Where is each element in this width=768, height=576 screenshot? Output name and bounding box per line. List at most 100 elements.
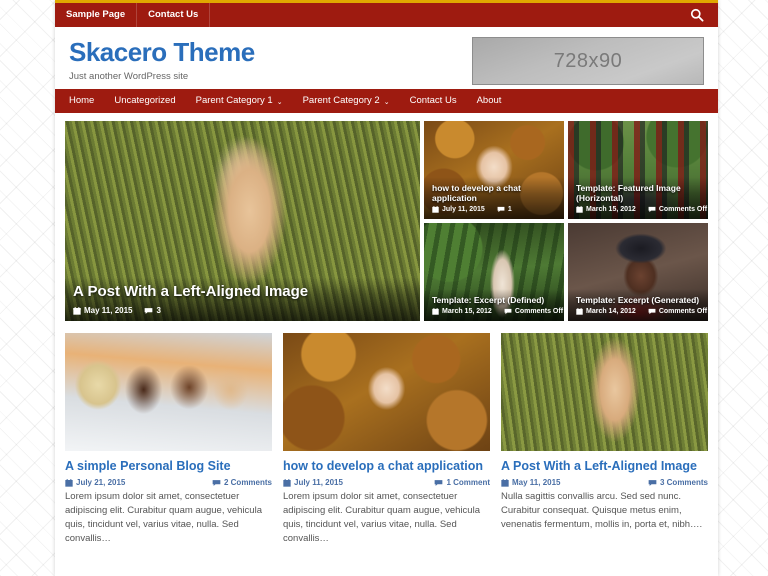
chevron-down-icon: ⌄ xyxy=(277,99,283,106)
featured-thumb-title[interactable]: how to develop a chat application xyxy=(432,183,556,203)
nav-item-label: Contact Us xyxy=(410,89,457,113)
nav-item-label: Home xyxy=(69,89,94,113)
post-date-text: March 15, 2012 xyxy=(442,308,492,315)
comment-icon xyxy=(144,307,153,315)
featured-thumb-overlay: Template: Excerpt (Generated) March 14, … xyxy=(568,289,708,321)
post-date: March 15, 2012 xyxy=(576,206,636,213)
comment-icon xyxy=(648,308,656,315)
nav-item-parent-category-1[interactable]: Parent Category 1 ⌄ xyxy=(186,89,293,113)
post-comment-count: Comments Off xyxy=(515,308,563,315)
post-comments: 1 xyxy=(497,206,512,213)
site-container: Sample Page Contact Us Skacero Theme Jus… xyxy=(55,0,718,576)
post-meta: July 11, 2015 1 Comment xyxy=(283,478,490,487)
featured-thumb-title[interactable]: Template: Excerpt (Generated) xyxy=(576,295,700,305)
calendar-icon xyxy=(73,307,81,315)
calendar-icon xyxy=(576,308,583,315)
nav-item-label: Parent Category 1 xyxy=(196,89,273,113)
post-date: May 11, 2015 xyxy=(501,478,560,487)
comment-icon xyxy=(434,479,443,487)
featured-thumb-overlay: Template: Featured Image (Horizontal) Ma… xyxy=(568,177,708,219)
site-title[interactable]: Skacero Theme xyxy=(69,39,255,66)
post-date-text: May 11, 2015 xyxy=(84,306,132,315)
post-date-text: March 14, 2012 xyxy=(586,308,636,315)
post-title[interactable]: A simple Personal Blog Site xyxy=(65,459,272,473)
post-comment-count: Comments Off xyxy=(659,206,707,213)
post-thumbnail-image xyxy=(501,333,708,451)
post-card: A simple Personal Blog Site July 21, 201… xyxy=(65,333,272,545)
ad-banner-placeholder[interactable]: 728x90 xyxy=(472,37,704,85)
featured-thumbnail-grid: how to develop a chat application July 1… xyxy=(424,121,708,321)
topbar-item-sample-page[interactable]: Sample Page xyxy=(55,3,137,27)
featured-main-title[interactable]: A Post With a Left-Aligned Image xyxy=(73,283,412,300)
post-thumbnail[interactable] xyxy=(65,333,272,451)
post-meta: May 11, 2015 3 Comments xyxy=(501,478,708,487)
post-comment-count: 1 xyxy=(508,206,512,213)
post-grid: A simple Personal Blog Site July 21, 201… xyxy=(55,327,718,555)
post-comment-count: 2 Comments xyxy=(224,478,272,487)
post-date-text: July 21, 2015 xyxy=(76,478,125,487)
post-thumbnail[interactable] xyxy=(283,333,490,451)
calendar-icon xyxy=(576,206,583,213)
calendar-icon xyxy=(432,206,439,213)
post-date: July 21, 2015 xyxy=(65,478,125,487)
post-comments: Comments Off xyxy=(504,308,563,315)
featured-thumb-chat-application[interactable]: how to develop a chat application July 1… xyxy=(424,121,564,219)
nav-item-label: Uncategorized xyxy=(114,89,175,113)
featured-thumb-meta: July 11, 2015 1 xyxy=(432,206,556,213)
post-date: July 11, 2015 xyxy=(432,206,485,213)
featured-thumb-title[interactable]: Template: Excerpt (Defined) xyxy=(432,295,556,305)
featured-main-overlay: A Post With a Left-Aligned Image May 11,… xyxy=(65,277,420,321)
post-title[interactable]: how to develop a chat application xyxy=(283,459,490,473)
topbar-item-contact-us[interactable]: Contact Us xyxy=(137,3,210,27)
calendar-icon xyxy=(501,479,509,487)
post-date: March 15, 2012 xyxy=(432,308,492,315)
featured-thumb-title[interactable]: Template: Featured Image (Horizontal) xyxy=(576,183,700,203)
post-date-text: July 11, 2015 xyxy=(442,206,485,213)
post-comment-count: 3 xyxy=(156,306,160,315)
post-date: March 14, 2012 xyxy=(576,308,636,315)
calendar-icon xyxy=(432,308,439,315)
post-date-text: July 11, 2015 xyxy=(294,478,343,487)
top-bar: Sample Page Contact Us xyxy=(55,0,718,27)
post-comments[interactable]: 3 Comments xyxy=(648,478,708,487)
post-date-text: March 15, 2012 xyxy=(586,206,636,213)
post-date: July 11, 2015 xyxy=(283,478,343,487)
nav-item-parent-category-2[interactable]: Parent Category 2 ⌄ xyxy=(293,89,400,113)
featured-main-meta: May 11, 2015 3 xyxy=(73,306,412,315)
post-comments: Comments Off xyxy=(648,206,707,213)
nav-item-about[interactable]: About xyxy=(467,89,512,113)
featured-thumb-featured-image-horizontal[interactable]: Template: Featured Image (Horizontal) Ma… xyxy=(568,121,708,219)
nav-item-contact-us[interactable]: Contact Us xyxy=(400,89,467,113)
comment-icon xyxy=(212,479,221,487)
nav-item-label: About xyxy=(477,89,502,113)
main-navigation: Home Uncategorized Parent Category 1 ⌄ P… xyxy=(55,89,718,113)
post-comments[interactable]: 1 Comment xyxy=(434,478,490,487)
post-comment-count: 1 Comment xyxy=(446,478,490,487)
comment-icon xyxy=(648,206,656,213)
chevron-down-icon: ⌄ xyxy=(384,99,390,106)
post-excerpt: Nulla sagittis convallis arcu. Sed sed n… xyxy=(501,490,708,531)
post-thumbnail[interactable] xyxy=(501,333,708,451)
featured-thumb-excerpt-defined[interactable]: Template: Excerpt (Defined) March 15, 20… xyxy=(424,223,564,321)
comment-icon xyxy=(504,308,512,315)
post-thumbnail-image xyxy=(65,333,272,451)
post-date-text: May 11, 2015 xyxy=(512,478,560,487)
post-excerpt: Lorem ipsum dolor sit amet, consectetuer… xyxy=(65,490,272,545)
post-thumbnail-image xyxy=(283,333,490,451)
nav-item-uncategorized[interactable]: Uncategorized xyxy=(104,89,185,113)
site-description: Just another WordPress site xyxy=(69,71,255,82)
post-title[interactable]: A Post With a Left-Aligned Image xyxy=(501,459,708,473)
featured-thumb-overlay: how to develop a chat application July 1… xyxy=(424,177,564,219)
post-meta: July 21, 2015 2 Comments xyxy=(65,478,272,487)
post-date: May 11, 2015 xyxy=(73,306,132,315)
nav-item-home[interactable]: Home xyxy=(59,89,104,113)
post-comment-count: Comments Off xyxy=(659,308,707,315)
site-header: Skacero Theme Just another WordPress sit… xyxy=(55,27,718,89)
search-icon[interactable] xyxy=(690,8,704,22)
featured-main-post[interactable]: A Post With a Left-Aligned Image May 11,… xyxy=(65,121,420,321)
featured-thumb-excerpt-generated[interactable]: Template: Excerpt (Generated) March 14, … xyxy=(568,223,708,321)
post-card: A Post With a Left-Aligned Image May 11,… xyxy=(501,333,708,545)
calendar-icon xyxy=(283,479,291,487)
post-comments[interactable]: 2 Comments xyxy=(212,478,272,487)
post-comments: Comments Off xyxy=(648,308,707,315)
